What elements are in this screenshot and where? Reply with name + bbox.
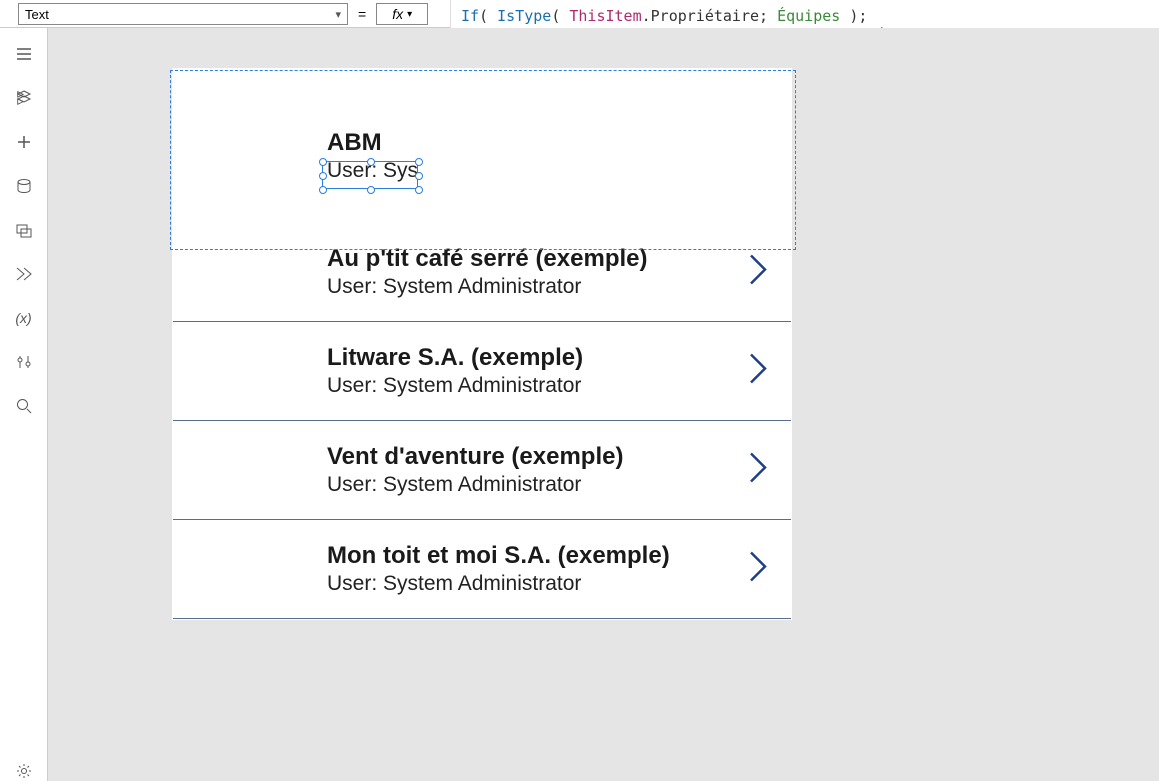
- item-subtitle: User: System Administrator: [327, 572, 791, 596]
- variables-icon[interactable]: (x): [14, 308, 34, 328]
- tree-view-icon[interactable]: [14, 88, 34, 108]
- settings-icon[interactable]: [14, 761, 34, 781]
- hamburger-icon[interactable]: [14, 44, 34, 64]
- chevron-down-icon: ▾: [407, 9, 412, 20]
- media-icon[interactable]: [14, 220, 34, 240]
- item-title: ABM: [327, 129, 791, 157]
- chevron-down-icon: ▾: [335, 8, 341, 21]
- gallery-item[interactable]: Au p'tit café serré (exemple)User: Syste…: [173, 223, 791, 322]
- gallery-item[interactable]: Vent d'aventure (exemple)User: System Ad…: [173, 421, 791, 520]
- equals-sign: =: [348, 0, 376, 22]
- item-title: Vent d'aventure (exemple): [327, 443, 791, 471]
- selected-control-outline: [322, 161, 418, 189]
- gallery-item[interactable]: ABMUser: Sys: [173, 69, 791, 223]
- property-selector[interactable]: Text ▾: [18, 3, 348, 25]
- chevron-right-icon[interactable]: [747, 549, 771, 590]
- chevron-right-icon[interactable]: [747, 252, 771, 293]
- gallery-item[interactable]: Mon toit et moi S.A. (exemple)User: Syst…: [173, 520, 791, 619]
- item-subtitle: User: System Administrator: [327, 374, 791, 398]
- item-title: Mon toit et moi S.A. (exemple): [327, 542, 791, 570]
- data-icon[interactable]: [14, 176, 34, 196]
- canvas-background: ABMUser: SysAu p'tit café serré (exemple…: [48, 28, 1159, 781]
- chevron-right-icon[interactable]: [747, 351, 771, 392]
- fx-dropdown[interactable]: fx ▾: [376, 3, 428, 25]
- gallery-item[interactable]: Litware S.A. (exemple)User: System Admin…: [173, 322, 791, 421]
- advanced-tools-icon[interactable]: [14, 352, 34, 372]
- power-automate-icon[interactable]: [14, 264, 34, 284]
- left-rail: (x): [0, 28, 48, 781]
- item-subtitle: User: System Administrator: [327, 473, 791, 497]
- fx-label: fx: [392, 6, 403, 22]
- chevron-right-icon[interactable]: [747, 450, 771, 491]
- insert-icon[interactable]: [14, 132, 34, 152]
- item-title: Litware S.A. (exemple): [327, 344, 791, 372]
- app-canvas[interactable]: ABMUser: SysAu p'tit café serré (exemple…: [172, 68, 792, 620]
- item-title: Au p'tit café serré (exemple): [327, 245, 791, 273]
- search-icon[interactable]: [14, 396, 34, 416]
- item-subtitle: User: System Administrator: [327, 275, 791, 299]
- property-selector-value: Text: [25, 7, 49, 22]
